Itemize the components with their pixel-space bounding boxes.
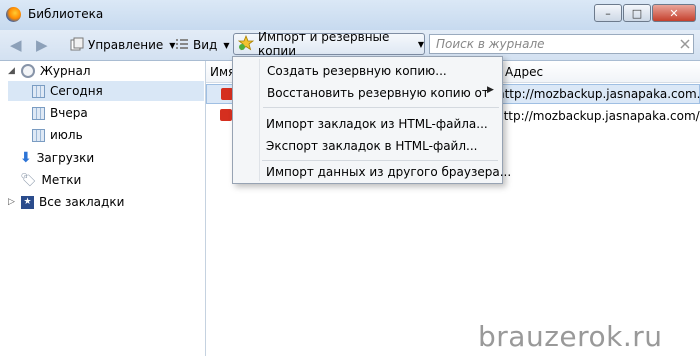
sidebar-item-history[interactable]: ◢ Журнал xyxy=(8,61,204,81)
close-button[interactable]: ✕ xyxy=(652,4,696,22)
maximize-button[interactable]: □ xyxy=(623,4,651,22)
library-window: Библиотека – □ ✕ ◀ ▶ Управление ▼ Вид ▼ … xyxy=(0,0,700,356)
manage-menu-button[interactable]: Управление ▼ xyxy=(70,35,175,55)
sidebar-item-tags[interactable]: 🏷 Метки xyxy=(20,170,81,190)
calendar-icon xyxy=(32,128,45,142)
sidebar-item-label: Журнал xyxy=(40,64,91,78)
sidebar-item-label: Сегодня xyxy=(50,84,103,98)
tag-icon: 🏷 xyxy=(20,172,37,188)
menu-gutter xyxy=(259,59,260,181)
view-list-icon xyxy=(175,37,189,54)
minimize-button[interactable]: – xyxy=(594,4,622,22)
sidebar-item-july[interactable]: июль xyxy=(32,125,83,145)
submenu-arrow-icon: ▶ xyxy=(487,85,494,95)
title-bar: Библиотека – □ ✕ xyxy=(0,0,700,30)
sidebar-item-downloads[interactable]: ⬇ Загрузки xyxy=(20,148,94,168)
chevron-down-icon: ▼ xyxy=(417,39,424,49)
forward-arrow-icon[interactable]: ▶ xyxy=(36,36,48,54)
view-label: Вид xyxy=(193,38,218,52)
calendar-icon xyxy=(32,84,45,98)
row-address: http://mozbackup.jasnapaka.com... xyxy=(497,87,700,101)
sidebar-item-yesterday[interactable]: Вчера xyxy=(32,103,88,123)
download-icon: ⬇ xyxy=(20,150,32,166)
firefox-logo-icon xyxy=(6,7,21,22)
search-input[interactable] xyxy=(429,34,694,54)
menu-item-import-html[interactable]: Импорт закладок из HTML-файла... xyxy=(266,114,488,134)
sidebar-item-label: Метки xyxy=(41,173,82,187)
mozbackup-favicon-icon xyxy=(220,109,232,121)
calendar-icon xyxy=(32,106,45,120)
import-star-icon xyxy=(237,34,255,54)
sidebar-item-label: Все закладки xyxy=(39,195,125,209)
menu-separator xyxy=(262,160,498,161)
manage-icon xyxy=(70,37,84,54)
watermark: brauzerok.ru xyxy=(478,320,663,353)
sidebar-item-label: июль xyxy=(50,128,83,142)
bookmarks-star-icon: ★ xyxy=(21,195,34,209)
expand-triangle-icon[interactable]: ▷ xyxy=(8,197,16,207)
window-title: Библиотека xyxy=(28,7,104,21)
sidebar-item-today[interactable]: Сегодня xyxy=(8,81,204,101)
menu-item-restore-backup[interactable]: Восстановить резервную копию от xyxy=(267,83,489,103)
column-header-address[interactable]: Адрес xyxy=(500,61,700,83)
import-backup-label: Импорт и резервные копии xyxy=(258,30,390,58)
view-menu-button[interactable]: Вид ▼ xyxy=(175,35,229,55)
menu-item-export-html[interactable]: Экспорт закладок в HTML-файл... xyxy=(266,136,477,156)
collapse-triangle-icon[interactable]: ◢ xyxy=(8,66,16,76)
sidebar-item-label: Загрузки xyxy=(36,151,95,165)
sidebar: ◢ Журнал Сегодня Вчера июль ⬇ Загрузки 🏷… xyxy=(0,61,206,356)
menu-item-create-backup[interactable]: Создать резервную копию... xyxy=(267,61,447,81)
manage-label: Управление xyxy=(88,38,164,52)
menu-separator xyxy=(263,107,499,108)
sidebar-item-label: Вчера xyxy=(50,106,88,120)
back-arrow-icon[interactable]: ◀ xyxy=(10,36,22,54)
row-address: http://mozbackup.jasnapaka.com/ xyxy=(496,109,700,123)
sidebar-item-all-bookmarks[interactable]: ▷ ★ Все закладки xyxy=(8,192,124,212)
search-clear-icon[interactable] xyxy=(680,39,690,49)
chevron-down-icon: ▼ xyxy=(223,40,230,50)
clock-icon xyxy=(21,64,35,78)
menu-item-import-other-browser[interactable]: Импорт данных из другого браузера... xyxy=(266,162,511,182)
import-backup-menu-button[interactable]: Импорт и резервные копии ▼ xyxy=(233,30,425,58)
